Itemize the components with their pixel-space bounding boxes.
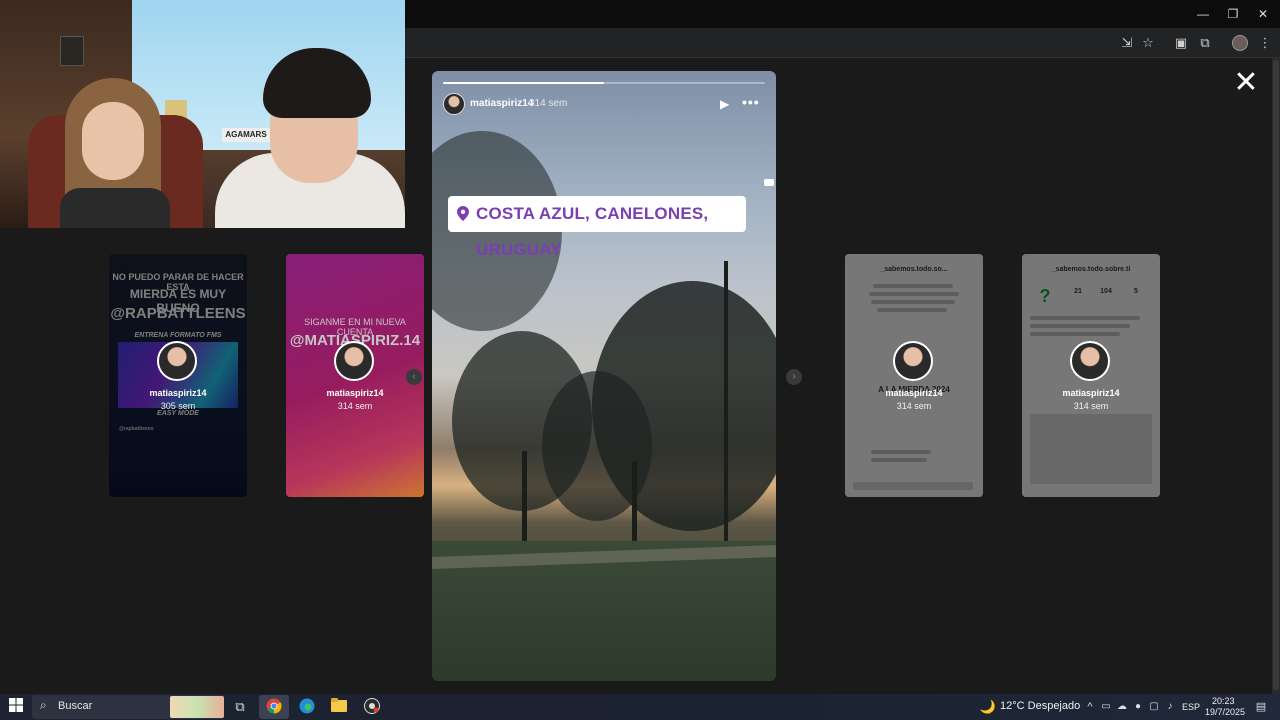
obs-app-icon[interactable]: [363, 698, 381, 716]
edge-logo-icon: [299, 698, 315, 714]
previous-story-button[interactable]: ‹: [406, 369, 422, 385]
media-icon[interactable]: ▣: [1172, 34, 1190, 52]
story-card[interactable]: NO PUEDO PARAR DE HACER ESTA MIERDA ES M…: [109, 254, 247, 497]
story-progress-bar: [443, 82, 765, 84]
webcam-person: [215, 48, 405, 228]
story-avatar: [1070, 341, 1110, 381]
minimize-button[interactable]: —: [1188, 4, 1218, 24]
chrome-icon[interactable]: [265, 698, 283, 716]
search-highlight-art: [170, 696, 224, 718]
scrollbar-thumb[interactable]: [1273, 60, 1279, 690]
story-username[interactable]: matiaspiriz14: [470, 98, 533, 109]
small-sticker: [764, 179, 774, 186]
close-viewer-icon[interactable]: ✕: [1232, 68, 1260, 98]
story-avatar[interactable]: [443, 93, 465, 115]
file-explorer-icon[interactable]: [330, 698, 348, 716]
story-time: 305 sem: [160, 401, 196, 411]
story-time: 314 sem: [529, 98, 568, 109]
obs-logo-icon: [364, 698, 380, 714]
windows-start-icon[interactable]: [7, 698, 25, 716]
edge-icon[interactable]: [298, 698, 316, 716]
screen: — ❐ ✕ ⇲ ☆ ▣ ⧉ ⋮ ✕ NO PUEDO PARAR DE HACE…: [0, 0, 1280, 720]
bookmark-star-icon[interactable]: ☆: [1139, 34, 1157, 52]
story-card[interactable]: _sabemos.todo.so... A LA MIERDA 2024 mat…: [845, 254, 983, 497]
story-time: 314 sem: [896, 401, 932, 411]
moon-weather-icon[interactable]: 🌙: [979, 698, 997, 716]
webcam-person: [60, 78, 170, 228]
task-view-icon[interactable]: ⧉: [231, 698, 249, 716]
search-icon: ⌕: [40, 698, 47, 712]
story-card[interactable]: _sabemos.todo.sobre.ti ? 21 104 5 matias…: [1022, 254, 1160, 497]
play-icon[interactable]: ▶: [720, 96, 736, 112]
profile-avatar-icon[interactable]: [1232, 35, 1248, 51]
language-indicator[interactable]: ESP: [1182, 702, 1200, 712]
menu-kebab-icon[interactable]: ⋮: [1256, 34, 1274, 52]
tree-trunk: [522, 451, 527, 551]
location-sticker[interactable]: COSTA AZUL, CANELONES, URUGUAY: [448, 196, 746, 259]
chrome-logo-icon: [266, 698, 282, 714]
windows-logo-icon: [9, 698, 23, 712]
story-avatar: [157, 341, 197, 381]
story-username: matiaspiriz14: [1062, 388, 1120, 398]
story-avatar: [893, 341, 933, 381]
notifications-icon[interactable]: ▤: [1252, 698, 1270, 716]
next-story-button[interactable]: ›: [786, 369, 802, 385]
windows-taskbar: ⌕ Buscar ⧉ 🌙 12°C Despejado ^ ▭ ☁ ● ▢ ♪ …: [0, 694, 1280, 720]
story-card[interactable]: SIGANME EN MI NUEVA CUENTA @MATIASPIRIZ.…: [286, 254, 424, 497]
story-username: matiaspiriz14: [149, 388, 207, 398]
webcam-overlay: AGAMARS: [0, 0, 405, 228]
story-avatar: [334, 341, 374, 381]
folder-icon: [331, 698, 347, 712]
page-scrollbar[interactable]: [1272, 58, 1280, 694]
extensions-icon[interactable]: ⧉: [1196, 34, 1214, 52]
main-story[interactable]: matiaspiriz14 314 sem ▶ ••• COSTA AZUL, …: [432, 71, 776, 681]
more-options-icon[interactable]: •••: [742, 94, 762, 110]
clock-date[interactable]: 19/7/2025: [1205, 707, 1245, 717]
taskbar-search[interactable]: ⌕ Buscar: [32, 695, 224, 719]
story-time: 314 sem: [337, 401, 373, 411]
location-text: COSTA AZUL, CANELONES, URUGUAY: [476, 204, 709, 259]
utility-pole: [724, 261, 728, 561]
story-progress-fill: [443, 82, 604, 84]
install-app-icon[interactable]: ⇲: [1118, 34, 1136, 52]
story-time: 314 sem: [1073, 401, 1109, 411]
webcam-wall-poster: [60, 36, 84, 66]
volume-icon[interactable]: ♪: [1161, 698, 1179, 716]
close-window-button[interactable]: ✕: [1248, 4, 1278, 24]
restore-button[interactable]: ❐: [1218, 4, 1248, 24]
story-username: matiaspiriz14: [326, 388, 384, 398]
weather-text[interactable]: 12°C Despejado: [1000, 700, 1080, 712]
story-username: matiaspiriz14: [885, 388, 943, 398]
tree-trunk: [632, 461, 637, 551]
search-placeholder: Buscar: [58, 700, 93, 712]
clock-time[interactable]: 20:23: [1212, 696, 1235, 706]
location-pin-icon: [457, 206, 469, 221]
